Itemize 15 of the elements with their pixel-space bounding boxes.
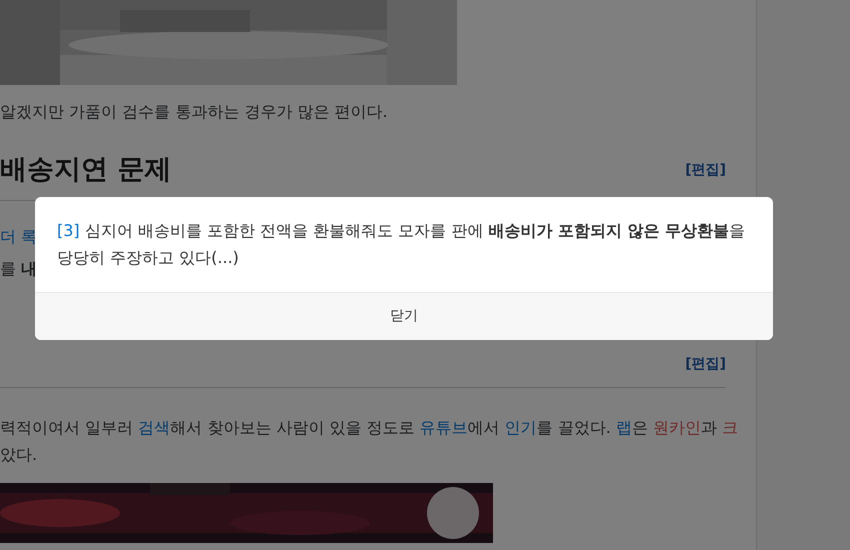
- body-text: 를 내: [0, 258, 38, 280]
- inline-link[interactable]: 유튜브: [420, 418, 468, 437]
- close-button[interactable]: 닫기: [35, 293, 773, 340]
- section-heading: 배송지연 문제: [0, 153, 172, 187]
- inline-link[interactable]: 검색: [138, 418, 170, 437]
- edit-link[interactable]: [편집]: [685, 354, 726, 375]
- inline-link[interactable]: 원카인: [653, 418, 702, 437]
- body-text: 았다.: [0, 444, 38, 466]
- inline-link[interactable]: 랩: [616, 418, 632, 437]
- edit-link[interactable]: [편집]: [685, 160, 726, 180]
- inline-link[interactable]: 크: [722, 418, 738, 437]
- footnote-text: [3] 심지어 배송비를 포함한 전액을 환불해줘도 모자를 판에 배송비가 포함되지 않은 무상환불을 당당히 주장하고 있다(...): [57, 220, 746, 269]
- footnote-link[interactable]: [3]: [57, 221, 80, 240]
- inline-link[interactable]: 인기: [504, 418, 537, 437]
- body-text: 알겠지만 가품이 검수를 통과하는 경우가 많은 편이다.: [0, 101, 389, 123]
